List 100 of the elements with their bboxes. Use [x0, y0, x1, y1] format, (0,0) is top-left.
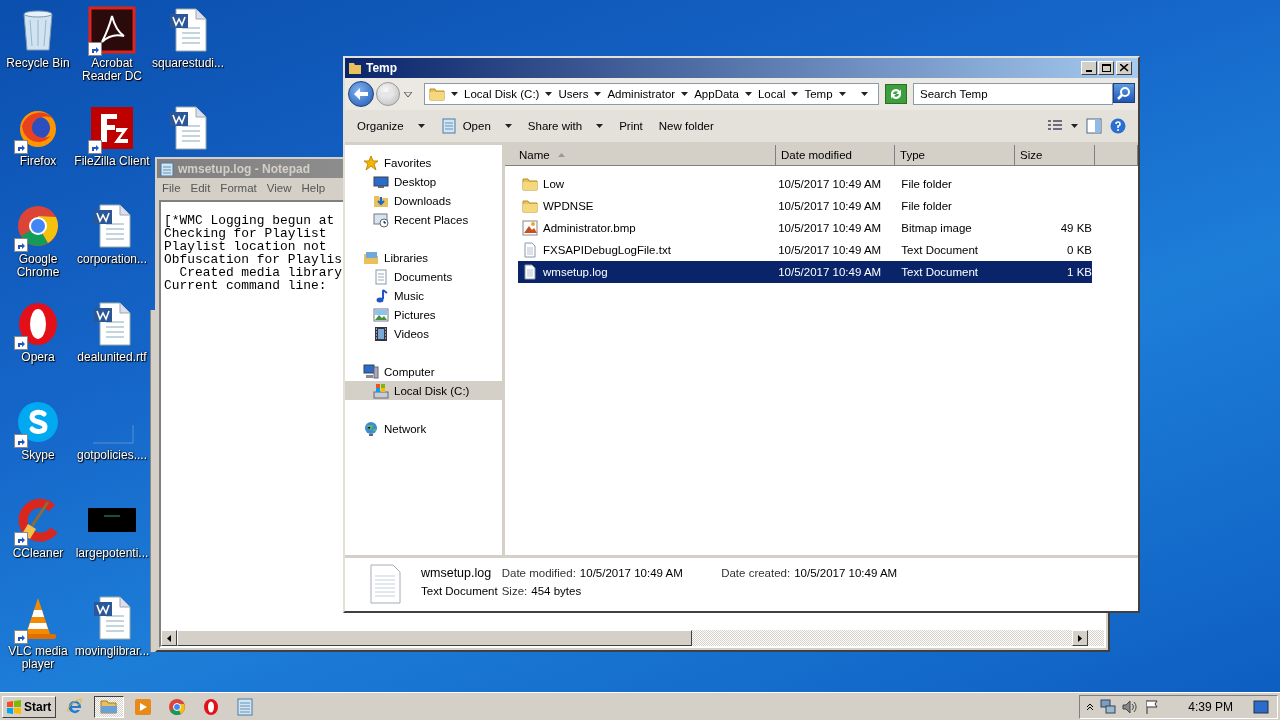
clock[interactable]: 4:39 PM [1188, 699, 1233, 714]
maximize-button[interactable] [1098, 61, 1114, 75]
icon-label[interactable]: gotpolicies.... [74, 449, 150, 462]
column-header[interactable]: Name [505, 145, 776, 166]
view-list-icon[interactable] [1047, 119, 1063, 133]
file-row[interactable]: Administrator.bmp 10/5/2017 10:49 AM Bitmap image 49 KB [518, 217, 1092, 239]
nav-item[interactable]: Music [345, 286, 502, 305]
file-row[interactable]: WPDNSE 10/5/2017 10:49 AM File folder [518, 195, 1092, 217]
menu-item[interactable]: View [261, 182, 297, 194]
toolbar-button[interactable]: Share with [519, 117, 612, 135]
search-field[interactable]: Search Temp [913, 83, 1113, 105]
toolbar-button[interactable]: Open [432, 115, 520, 137]
speaker-icon[interactable] [1122, 698, 1139, 715]
history-dropdown[interactable] [402, 89, 414, 99]
address-field[interactable]: Local Disk (C:) Users Administrator AppData Local Temp [424, 83, 879, 105]
nav-item[interactable]: Libraries [345, 248, 502, 267]
text-file-icon [522, 242, 538, 258]
search-button[interactable] [1113, 83, 1135, 103]
horizontal-scrollbar[interactable] [161, 630, 1104, 646]
nav-item[interactable]: Desktop [345, 172, 502, 191]
filezilla-icon [88, 104, 136, 152]
toolbar-button[interactable]: New folder [650, 117, 722, 135]
breadcrumb-item[interactable]: Local [757, 88, 799, 100]
menu-item[interactable]: Help [296, 182, 331, 194]
menu-item[interactable]: Edit [185, 182, 216, 194]
caret-icon [451, 92, 458, 96]
icon-label[interactable]: squarestudi... [150, 57, 226, 70]
toolbar-button[interactable]: Organize [349, 117, 433, 135]
browser-e-icon [66, 697, 85, 716]
star-icon [363, 154, 379, 171]
scroll-left-button[interactable] [161, 630, 177, 646]
menu-item[interactable]: File [157, 182, 186, 194]
field-value: 10/5/2017 10:49 AM [579, 567, 683, 579]
icon-label[interactable]: FileZilla Client [74, 155, 150, 168]
refresh-icon [889, 87, 903, 101]
search-icon [1117, 86, 1131, 100]
column-header[interactable]: Size [1015, 145, 1095, 166]
icon-label[interactable]: Google Chrome [0, 253, 76, 279]
nav-item[interactable]: Pictures [345, 305, 502, 324]
notepad-icon [236, 697, 255, 716]
nav-item[interactable]: Documents [345, 267, 502, 286]
taskbar-button[interactable] [94, 695, 125, 718]
left-arrow-icon [167, 634, 171, 642]
help-icon[interactable] [1110, 118, 1126, 134]
icon-label[interactable]: Recycle Bin [0, 57, 76, 70]
file-row[interactable]: FXSAPIDebugLogFile.txt 10/5/2017 10:49 AM Text Document 0 KB [518, 239, 1092, 261]
window-title: Temp [366, 61, 398, 75]
icon-label[interactable]: VLC media player [0, 645, 76, 671]
icon-label[interactable]: Skype [0, 449, 76, 462]
nav-item[interactable]: Computer [345, 362, 502, 381]
breadcrumb-item[interactable]: Administrator [607, 88, 689, 100]
caret-icon [681, 92, 689, 96]
type-cell-text: Text Document [900, 244, 980, 256]
refresh-button[interactable] [885, 84, 907, 104]
pictures-icon [373, 306, 389, 323]
icon-label[interactable]: CCleaner [0, 547, 76, 560]
show-desktop-icon[interactable] [1253, 699, 1269, 714]
column-header[interactable]: Date modified [776, 145, 895, 166]
flag-icon[interactable] [1144, 698, 1161, 715]
scroll-right-button[interactable] [1072, 630, 1088, 646]
icon-label[interactable]: largepotenti... [74, 547, 150, 560]
nav-item[interactable]: Network [345, 419, 502, 438]
icon-label[interactable]: dealunited.rtf [74, 351, 150, 364]
nav-item[interactable]: Downloads [345, 191, 502, 210]
type-cell-text: Bitmap image [900, 222, 973, 234]
type-cell-text: Text Document [900, 266, 980, 278]
file-row[interactable]: wmsetup.log 10/5/2017 10:49 AM Text Document 1 KB [518, 261, 1092, 283]
chevron-up-icon[interactable] [1086, 702, 1095, 711]
breadcrumb-item[interactable]: Temp [804, 88, 846, 100]
icon-label[interactable]: corporation... [74, 253, 150, 266]
icon-label[interactable]: Opera [0, 351, 76, 364]
image-file-icon [522, 220, 538, 236]
minimize-button[interactable] [1081, 61, 1097, 75]
caret-icon [596, 124, 604, 128]
nav-item[interactable]: Favorites [345, 153, 502, 172]
caret-icon [504, 124, 512, 128]
toolbar-button[interactable]: Print [611, 117, 651, 135]
breadcrumb-item[interactable]: Local Disk (C:) [464, 88, 553, 100]
breadcrumb-item[interactable]: Users [558, 88, 602, 100]
icon-label[interactable]: Acrobat Reader DC [74, 57, 150, 83]
back-button[interactable] [348, 81, 374, 107]
field-label: Size: [501, 585, 528, 597]
caret-icon [1071, 124, 1078, 128]
field-label: Date modified: [501, 567, 576, 579]
file-row[interactable]: Low 10/5/2017 10:49 AM File folder [518, 173, 1092, 195]
nav-item[interactable]: Local Disk (C:) [345, 381, 502, 400]
breadcrumb-item[interactable]: AppData [694, 88, 752, 100]
library-icon [363, 249, 379, 266]
menu-item[interactable]: Format [215, 182, 262, 194]
start-button[interactable]: Start [2, 695, 57, 718]
nav-item[interactable]: Videos [345, 324, 502, 343]
column-header[interactable]: Type [895, 145, 1015, 166]
field-label: Date created: [721, 567, 791, 579]
icon-label[interactable]: movinglibrar... [74, 645, 150, 658]
scrollbar-thumb[interactable] [177, 630, 692, 646]
icon-label[interactable]: Firefox [0, 155, 76, 168]
nav-item[interactable]: Recent Places [345, 210, 502, 229]
close-button[interactable] [1116, 61, 1132, 75]
folder-icon [522, 176, 538, 192]
network-icon[interactable] [1100, 698, 1117, 715]
